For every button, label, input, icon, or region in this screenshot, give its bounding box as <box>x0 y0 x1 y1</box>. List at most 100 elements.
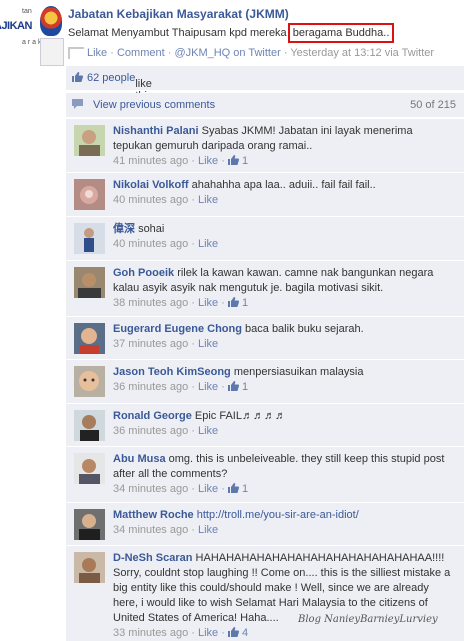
avatar[interactable] <box>74 223 105 254</box>
logo-small-text-top: tan <box>22 8 32 15</box>
post-text-main: Selamat Menyambut Thaipusam kpd mereka <box>68 27 290 39</box>
separator: · <box>164 47 175 59</box>
comment-item: Matthew Roche http://troll.me/you-sir-ar… <box>66 502 464 545</box>
comment-author[interactable]: Matthew Roche <box>113 509 194 521</box>
comment-author[interactable]: Jason Teoh KimSeong <box>113 366 231 378</box>
comment-body: D-NeSh Scaran HAHAHAHAHAHAHAHAHAHAHAHAHA… <box>113 551 453 641</box>
blog-watermark: Blog NanieyBarnieyLurviey <box>298 614 438 625</box>
comment-time: 41 minutes ago <box>113 155 189 167</box>
comment-text: Epic FAIL♬♬♬♬ <box>194 410 286 422</box>
comment-meta: 36 minutes ago · Like · 1 <box>113 381 249 393</box>
logo-emblem-icon <box>40 6 62 36</box>
comment-time: 34 minutes ago <box>113 483 189 495</box>
comment-like-count[interactable]: 4 <box>242 627 248 639</box>
comment-like-link[interactable]: Like <box>198 425 218 437</box>
logo-text: AJIKAN <box>0 20 32 32</box>
twitter-handle-link[interactable]: @JKM_HQ on Twitter <box>174 47 280 59</box>
comment-item: Abu Musa omg. this is unbeleiveable. the… <box>66 446 464 502</box>
like-thumb-icon <box>227 155 239 165</box>
like-thumb-icon <box>227 483 239 493</box>
comment-meta: 38 minutes ago · Like · 1 <box>113 297 249 309</box>
like-thumb-icon <box>227 297 239 307</box>
comment-like-count[interactable]: 1 <box>242 297 248 309</box>
twitter-caret-icon <box>68 47 84 59</box>
comment-author[interactable]: Ronald George <box>113 410 192 422</box>
separator: · <box>280 47 291 59</box>
comment-author[interactable]: 偉深 <box>113 223 135 235</box>
avatar[interactable] <box>74 453 105 484</box>
comment-like-link[interactable]: Like <box>198 297 218 309</box>
post-like-link[interactable]: Like <box>87 47 107 59</box>
avatar[interactable] <box>74 509 105 540</box>
comment-author[interactable]: Nikolai Volkoff <box>113 179 189 191</box>
comment-author[interactable]: Eugerard Eugene Chong <box>113 323 242 335</box>
jkm-logo: tan AJIKAN a r a k a t <box>0 2 66 68</box>
comment-author[interactable]: D-NeSh Scaran <box>113 552 192 564</box>
like-thumb-icon <box>227 627 239 637</box>
comment-body: Matthew Roche http://troll.me/you-sir-ar… <box>113 508 453 538</box>
comment-item: 偉深 sohai 40 minutes ago · Like <box>66 216 464 260</box>
comment-body: Goh Pooeik rilek la kawan kawan. camne n… <box>113 266 453 311</box>
comment-like-link[interactable]: Like <box>198 238 218 250</box>
post-meta: Like · Comment · @JKM_HQ on Twitter · Ye… <box>68 47 434 59</box>
comment-time: 36 minutes ago <box>113 381 189 393</box>
comment-body: Abu Musa omg. this is unbeleiveable. the… <box>113 452 453 497</box>
avatar[interactable] <box>74 366 105 397</box>
comment-time: 33 minutes ago <box>113 627 189 639</box>
avatar[interactable] <box>74 552 105 583</box>
comment-item: Goh Pooeik rilek la kawan kawan. camne n… <box>66 260 464 316</box>
comment-like-count[interactable]: 1 <box>242 483 248 495</box>
comment-like-link[interactable]: Like <box>198 524 218 536</box>
comment-meta: 36 minutes ago · Like <box>113 425 219 437</box>
comment-time: 40 minutes ago <box>113 194 189 206</box>
likes-count-link[interactable]: 62 people <box>87 72 135 84</box>
comment-like-link[interactable]: Like <box>198 381 218 393</box>
comment-like-link[interactable]: Like <box>198 338 218 350</box>
logo-badge-icon <box>40 38 64 66</box>
comment-text: sohai <box>138 223 165 235</box>
comment-item: Eugerard Eugene Chong baca balik buku se… <box>66 316 464 359</box>
comment-author[interactable]: Abu Musa <box>113 453 166 465</box>
like-thumb-icon <box>227 381 239 391</box>
comment-item: Nikolai Volkoff ahahahha apa laa.. aduii… <box>66 172 464 216</box>
view-previous-row: View previous comments 50 of 215 <box>66 93 464 117</box>
post-author[interactable]: Jabatan Kebajikan Masyarakat (JKMM) <box>68 7 289 21</box>
comment-text: baca balik buku sejarah. <box>245 323 364 335</box>
comment-link[interactable]: http://troll.me/you-sir-are-an-idiot/ <box>197 509 359 521</box>
comment-author[interactable]: Goh Pooeik <box>113 267 174 279</box>
like-thumb-icon <box>72 72 83 84</box>
comment-time: 34 minutes ago <box>113 524 189 536</box>
comment-body: 偉深 sohai 40 minutes ago · Like <box>113 222 453 252</box>
comment-body: Eugerard Eugene Chong baca balik buku se… <box>113 322 453 352</box>
likes-summary: 62 people like this. <box>66 66 464 102</box>
comment-like-link[interactable]: Like <box>198 194 218 206</box>
comment-meta: 37 minutes ago · Like <box>113 338 219 350</box>
comment-item: Nishanthi Palani Syabas JKMM! Jabatan in… <box>66 118 464 172</box>
avatar[interactable] <box>74 267 105 298</box>
comment-like-link[interactable]: Like <box>198 483 218 495</box>
comments-count: 50 of 215 <box>410 99 456 111</box>
avatar[interactable] <box>74 410 105 441</box>
comment-like-count[interactable]: 1 <box>242 155 248 167</box>
avatar[interactable] <box>74 179 105 210</box>
post-timestamp: Yesterday at 13:12 via Twitter <box>290 47 435 59</box>
comment-like-count[interactable]: 1 <box>242 381 248 393</box>
view-previous-comments-link[interactable]: View previous comments <box>93 99 215 111</box>
comment-body: Nikolai Volkoff ahahahha apa laa.. aduii… <box>113 178 453 208</box>
avatar[interactable] <box>74 125 105 156</box>
comment-meta: 40 minutes ago · Like <box>113 194 219 206</box>
post-text: Selamat Menyambut Thaipusam kpd mereka b… <box>68 23 395 43</box>
comment-text: ahahahha apa laa.. aduii.. fail fail fai… <box>191 179 376 191</box>
comment-like-link[interactable]: Like <box>198 627 218 639</box>
comment-time: 40 minutes ago <box>113 238 189 250</box>
comment-body: Jason Teoh KimSeong menpersiasuikan mala… <box>113 365 453 395</box>
comment-body: Ronald George Epic FAIL♬♬♬♬ 36 minutes a… <box>113 409 453 439</box>
comment-meta: 41 minutes ago · Like · 1 <box>113 155 249 167</box>
comment-meta: 40 minutes ago · Like <box>113 238 219 250</box>
post-text-highlighted: beragama Buddha.. <box>287 23 395 43</box>
comment-author[interactable]: Nishanthi Palani <box>113 125 199 137</box>
comment-meta: 34 minutes ago · Like <box>113 524 219 536</box>
comment-like-link[interactable]: Like <box>198 155 218 167</box>
avatar[interactable] <box>74 323 105 354</box>
post-comment-link[interactable]: Comment <box>117 47 165 59</box>
